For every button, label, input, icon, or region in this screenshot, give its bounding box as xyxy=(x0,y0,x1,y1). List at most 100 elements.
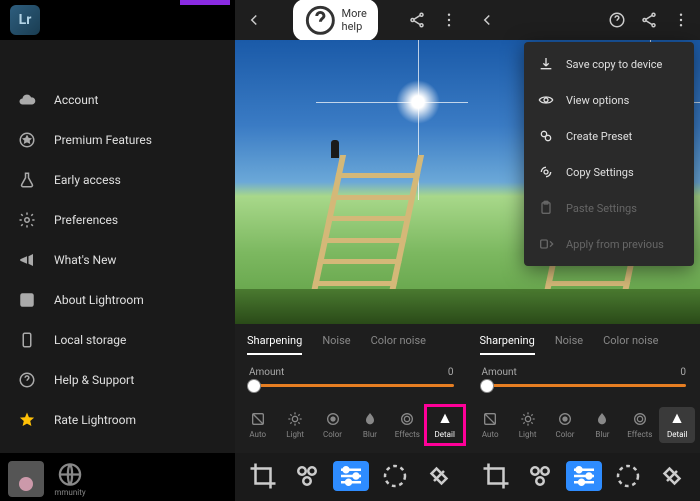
tool-color[interactable]: Color xyxy=(547,407,583,443)
slider-value: 0 xyxy=(680,367,686,378)
menu-account[interactable]: Account xyxy=(0,80,235,120)
sidebar-panel: Lr Account Premium Features Early access… xyxy=(0,0,235,501)
menu-early-access[interactable]: Early access xyxy=(0,160,235,200)
accent-bar xyxy=(180,0,230,5)
photo-preview[interactable] xyxy=(235,40,468,324)
detail-tabs: Sharpening Noise Color noise xyxy=(468,324,700,361)
tool-blur[interactable]: Blur xyxy=(584,407,620,443)
tab-color-noise[interactable]: Color noise xyxy=(371,334,426,355)
tab-noise[interactable]: Noise xyxy=(555,334,583,355)
mode-row xyxy=(235,453,468,501)
help-icon[interactable] xyxy=(608,11,626,29)
dd-create-preset[interactable]: Create Preset xyxy=(524,118,694,154)
tool-light[interactable]: Light xyxy=(277,407,313,443)
menu-label: Early access xyxy=(54,173,121,187)
editor-topbar: More help xyxy=(235,0,468,40)
flask-icon xyxy=(18,171,36,189)
menu-about[interactable]: About Lightroom xyxy=(0,280,235,320)
help-icon xyxy=(18,371,36,389)
slider-value: 0 xyxy=(448,367,454,378)
mode-mask[interactable] xyxy=(610,461,646,491)
kebab-icon[interactable] xyxy=(672,11,690,29)
slider-thumb[interactable] xyxy=(247,379,261,393)
tool-auto[interactable]: Auto xyxy=(472,407,508,443)
amount-slider[interactable] xyxy=(249,384,454,387)
menu-whats-new[interactable]: What's New xyxy=(0,240,235,280)
color-icon xyxy=(556,411,574,427)
tool-auto[interactable]: Auto xyxy=(240,407,276,443)
star-filled-icon xyxy=(18,411,36,429)
copy-settings-icon xyxy=(538,164,554,180)
slider-name: Amount xyxy=(249,367,284,378)
kebab-icon[interactable] xyxy=(440,11,458,29)
tab-color-noise[interactable]: Color noise xyxy=(603,334,658,355)
dd-copy-settings[interactable]: Copy Settings xyxy=(524,154,694,190)
mode-heal[interactable] xyxy=(421,461,457,491)
share-icon[interactable] xyxy=(640,11,658,29)
detail-tabs: Sharpening Noise Color noise xyxy=(235,324,468,361)
mode-edit[interactable] xyxy=(566,461,602,491)
tab-sharpening[interactable]: Sharpening xyxy=(480,334,535,355)
mode-mask[interactable] xyxy=(377,461,413,491)
tool-effects[interactable]: Effects xyxy=(389,407,425,443)
mode-crop[interactable] xyxy=(245,461,281,491)
blur-icon xyxy=(361,411,379,427)
amount-slider-row: Amount 0 xyxy=(235,361,468,397)
light-icon xyxy=(519,411,537,427)
tool-blur[interactable]: Blur xyxy=(352,407,388,443)
bottom-bar: mmunity xyxy=(0,453,235,501)
editor-panel-right: Sharpening Noise Color noise Amount 0 Aut… xyxy=(468,0,700,501)
menu-label: What's New xyxy=(54,253,116,267)
avatar[interactable] xyxy=(8,461,44,497)
tab-sharpening[interactable]: Sharpening xyxy=(247,334,302,355)
tool-detail[interactable]: Detail xyxy=(659,407,695,443)
mode-crop[interactable] xyxy=(478,461,514,491)
tool-row: Auto Light Color Blur Effects Detail xyxy=(235,397,468,453)
sidebar-menu: Account Premium Features Early access Pr… xyxy=(0,40,235,440)
mode-presets[interactable] xyxy=(522,461,558,491)
tool-detail[interactable]: Detail xyxy=(427,407,463,443)
megaphone-icon xyxy=(18,251,36,269)
more-help-label: More help xyxy=(342,7,368,33)
lr-logo: Lr xyxy=(10,5,40,35)
menu-premium[interactable]: Premium Features xyxy=(0,120,235,160)
mode-edit[interactable] xyxy=(333,461,369,491)
editor-topbar xyxy=(468,0,700,40)
tool-color[interactable]: Color xyxy=(315,407,351,443)
editor-panel-center: More help Sharpening Noise Color noise A… xyxy=(235,0,468,501)
cloud-icon xyxy=(18,91,36,109)
menu-local-storage[interactable]: Local storage xyxy=(0,320,235,360)
effects-icon xyxy=(631,411,649,427)
download-icon xyxy=(538,56,554,72)
detail-icon xyxy=(668,411,686,427)
effects-icon xyxy=(398,411,416,427)
menu-label: Help & Support xyxy=(54,373,134,387)
back-icon[interactable] xyxy=(245,11,263,29)
menu-rate[interactable]: Rate Lightroom xyxy=(0,400,235,440)
mode-presets[interactable] xyxy=(289,461,325,491)
mode-heal[interactable] xyxy=(654,461,690,491)
dd-save-copy[interactable]: Save copy to device xyxy=(524,46,694,82)
slider-thumb[interactable] xyxy=(480,379,494,393)
menu-help[interactable]: Help & Support xyxy=(0,360,235,400)
auto-icon xyxy=(481,411,499,427)
tool-row: Auto Light Color Blur Effects Detail xyxy=(468,397,700,453)
dd-view-options[interactable]: View options xyxy=(524,82,694,118)
community-button[interactable]: mmunity xyxy=(52,461,88,497)
paste-icon xyxy=(538,200,554,216)
star-circle-icon xyxy=(18,131,36,149)
color-icon xyxy=(324,411,342,427)
tool-light[interactable]: Light xyxy=(510,407,546,443)
menu-label: About Lightroom xyxy=(54,293,144,307)
share-icon[interactable] xyxy=(408,11,426,29)
blur-icon xyxy=(593,411,611,427)
tool-effects[interactable]: Effects xyxy=(622,407,658,443)
device-icon xyxy=(18,331,36,349)
menu-preferences[interactable]: Preferences xyxy=(0,200,235,240)
amount-slider[interactable] xyxy=(482,384,687,387)
tab-noise[interactable]: Noise xyxy=(322,334,350,355)
preset-icon xyxy=(538,128,554,144)
more-help-button[interactable]: More help xyxy=(293,0,378,41)
slider-name: Amount xyxy=(482,367,517,378)
back-icon[interactable] xyxy=(478,11,496,29)
